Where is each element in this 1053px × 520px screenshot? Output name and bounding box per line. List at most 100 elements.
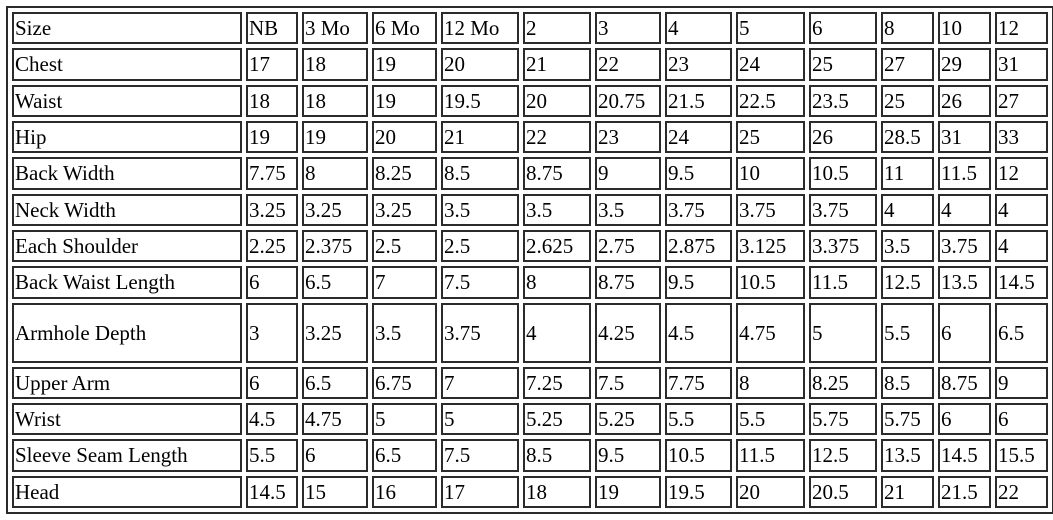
measurement-value-cell: 3.5 — [441, 193, 519, 226]
size-chart-body: Size NB 3 Mo 6 Mo 12 Mo 2 3 4 5 6 8 10 1… — [12, 12, 1048, 508]
measurement-value-cell: 17 — [246, 48, 298, 81]
measurement-value-cell: 10.5 — [809, 157, 877, 190]
measurement-label-cell: Back Width — [12, 157, 242, 190]
measurement-value-cell: 21.5 — [665, 84, 732, 117]
measurement-value-cell: 5.5 — [246, 439, 298, 472]
measurement-value-cell: 11.5 — [938, 157, 991, 190]
size-header-cell: NB — [246, 12, 298, 45]
measurement-value-cell: 6 — [302, 439, 368, 472]
table-row: Head 14.5 15 16 17 18 19 19.5 20 20.5 21 21.5 22 — [12, 475, 1048, 508]
measurement-value-cell: 3.5 — [372, 302, 437, 363]
table-row: Armhole Depth 3 3.25 3.5 3.75 4 4.25 4.5 4.75 5 5.… — [12, 302, 1048, 363]
measurement-value-cell: 15 — [302, 475, 368, 508]
measurement-value-cell: 7.75 — [665, 366, 732, 399]
size-header-cell: 6 Mo — [372, 12, 437, 45]
measurement-value-cell: 19 — [246, 120, 298, 154]
size-header-cell: 8 — [881, 12, 934, 45]
measurement-value-cell: 5 — [372, 402, 437, 436]
measurement-value-cell: 3.5 — [595, 193, 661, 226]
measurement-value-cell: 14.5 — [995, 266, 1048, 299]
measurement-value-cell: 25 — [881, 84, 934, 117]
measurement-value-cell: 23 — [595, 120, 661, 154]
measurement-value-cell: 9 — [595, 157, 661, 190]
measurement-value-cell: 10.5 — [736, 266, 805, 299]
measurement-value-cell: 3.25 — [246, 193, 298, 226]
table-row: Back Waist Length 6 6.5 7 7.5 8 8.75 9.5 10.5 11.… — [12, 266, 1048, 299]
measurement-value-cell: 5.5 — [881, 302, 934, 363]
measurement-value-cell: 21.5 — [938, 475, 991, 508]
measurement-value-cell: 8.25 — [809, 366, 877, 399]
measurement-value-cell: 4 — [995, 193, 1048, 226]
measurement-value-cell: 7.5 — [441, 439, 519, 472]
measurement-value-cell: 29 — [938, 48, 991, 81]
measurement-value-cell: 2.375 — [302, 229, 368, 263]
measurement-value-cell: 6 — [938, 302, 991, 363]
measurement-value-cell: 11.5 — [736, 439, 805, 472]
measurement-label-cell: Neck Width — [12, 193, 242, 226]
measurement-value-cell: 4.25 — [595, 302, 661, 363]
measurement-value-cell: 3.5 — [523, 193, 591, 226]
measurement-value-cell: 13.5 — [938, 266, 991, 299]
measurement-value-cell: 3.25 — [302, 193, 368, 226]
measurement-label-cell: Waist — [12, 84, 242, 117]
measurement-value-cell: 8.75 — [938, 366, 991, 399]
measurement-value-cell: 18 — [302, 84, 368, 117]
measurement-value-cell: 6.5 — [995, 302, 1048, 363]
measurement-label-cell: Hip — [12, 120, 242, 154]
measurement-value-cell: 8 — [523, 266, 591, 299]
measurement-value-cell: 3.75 — [441, 302, 519, 363]
measurement-value-cell: 31 — [938, 120, 991, 154]
measurement-value-cell: 6.5 — [372, 439, 437, 472]
measurement-value-cell: 25 — [736, 120, 805, 154]
measurement-value-cell: 3.25 — [372, 193, 437, 226]
measurement-value-cell: 7 — [372, 266, 437, 299]
measurement-value-cell: 5.5 — [736, 402, 805, 436]
measurement-value-cell: 33 — [995, 120, 1048, 154]
measurement-value-cell: 20 — [736, 475, 805, 508]
size-header-cell: 3 Mo — [302, 12, 368, 45]
measurement-label-cell: Chest — [12, 48, 242, 81]
measurement-value-cell: 8.25 — [372, 157, 437, 190]
measurement-value-cell: 18 — [523, 475, 591, 508]
measurement-value-cell: 2.75 — [595, 229, 661, 263]
size-header-cell: 2 — [523, 12, 591, 45]
measurement-value-cell: 3.125 — [736, 229, 805, 263]
measurement-value-cell: 22 — [523, 120, 591, 154]
measurement-value-cell: 4.75 — [736, 302, 805, 363]
header-label-cell: Size — [12, 12, 242, 45]
measurement-value-cell: 2.5 — [441, 229, 519, 263]
measurement-value-cell: 3.75 — [938, 229, 991, 263]
measurement-value-cell: 26 — [938, 84, 991, 117]
measurement-value-cell: 20.75 — [595, 84, 661, 117]
measurement-value-cell: 6.75 — [372, 366, 437, 399]
measurement-value-cell: 14.5 — [938, 439, 991, 472]
measurement-value-cell: 6.5 — [302, 266, 368, 299]
measurement-value-cell: 22.5 — [736, 84, 805, 117]
measurement-value-cell: 7.5 — [595, 366, 661, 399]
measurement-value-cell: 11 — [881, 157, 934, 190]
measurement-value-cell: 18 — [302, 48, 368, 81]
measurement-value-cell: 4.5 — [246, 402, 298, 436]
measurement-value-cell: 21 — [881, 475, 934, 508]
measurement-value-cell: 5.25 — [595, 402, 661, 436]
measurement-value-cell: 27 — [995, 84, 1048, 117]
measurement-label-cell: Each Shoulder — [12, 229, 242, 263]
table-row: Wrist 4.5 4.75 5 5 5.25 5.25 5.5 5.5 5.75 5.75 6 6 — [12, 402, 1048, 436]
measurement-value-cell: 17 — [441, 475, 519, 508]
measurement-value-cell: 6 — [246, 266, 298, 299]
measurement-value-cell: 4.5 — [665, 302, 732, 363]
measurement-value-cell: 5.75 — [809, 402, 877, 436]
measurement-value-cell: 16 — [372, 475, 437, 508]
measurement-value-cell: 4 — [523, 302, 591, 363]
measurement-value-cell: 20 — [523, 84, 591, 117]
measurement-value-cell: 14.5 — [246, 475, 298, 508]
measurement-value-cell: 31 — [995, 48, 1048, 81]
size-header-cell: 10 — [938, 12, 991, 45]
measurement-value-cell: 7.75 — [246, 157, 298, 190]
measurement-value-cell: 2.5 — [372, 229, 437, 263]
size-header-cell: 12 Mo — [441, 12, 519, 45]
measurement-value-cell: 8.5 — [523, 439, 591, 472]
table-row: Chest 17 18 19 20 21 22 23 24 25 27 29 31 — [12, 48, 1048, 81]
header-row: Size NB 3 Mo 6 Mo 12 Mo 2 3 4 5 6 8 10 1… — [12, 12, 1048, 45]
measurement-value-cell: 13.5 — [881, 439, 934, 472]
